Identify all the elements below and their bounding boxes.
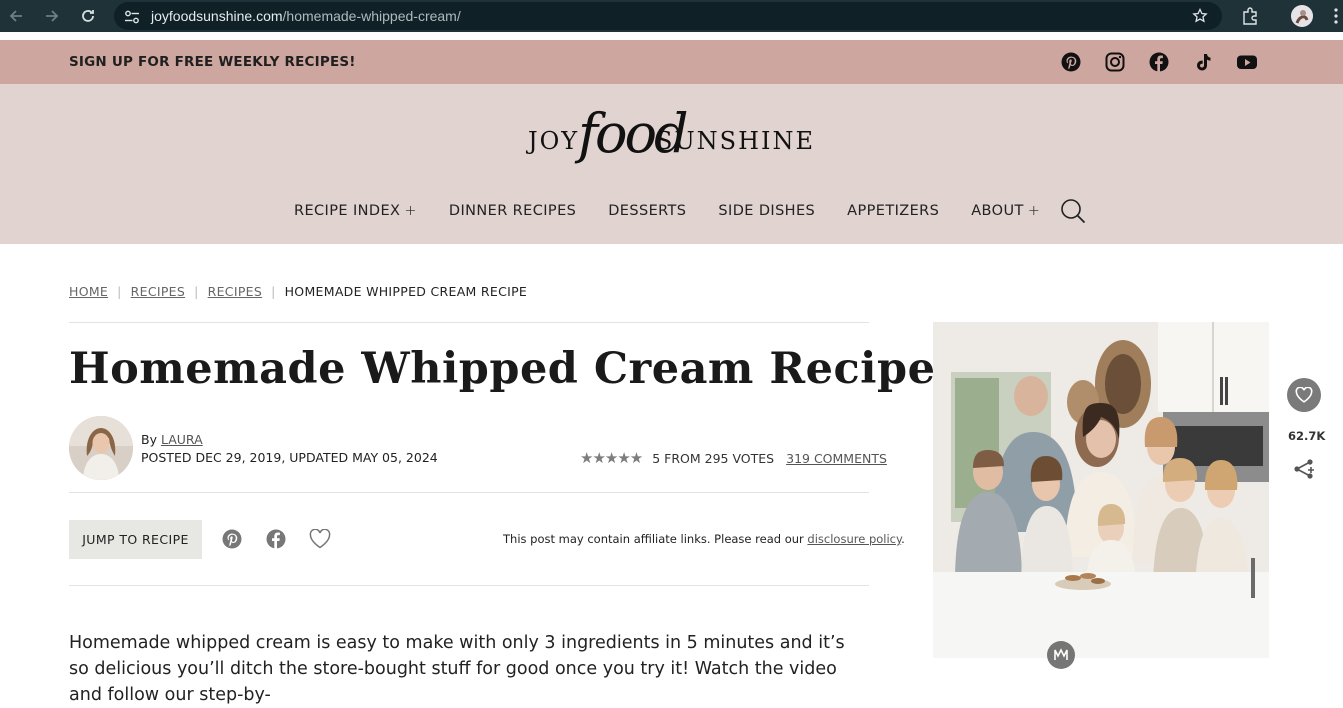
recipe-rating[interactable]: ★★★★★ 5 FROM 295 VOTES 319 COMMENTS bbox=[580, 449, 887, 467]
share-count: 62.7K bbox=[1288, 429, 1326, 443]
divider bbox=[69, 585, 869, 586]
site-settings-icon[interactable] bbox=[124, 9, 140, 28]
site-logo[interactable]: JOY food SUNSHINE bbox=[528, 98, 813, 184]
byline: By LAURA bbox=[141, 432, 203, 447]
page-title: Homemade Whipped Cream Recipe bbox=[69, 344, 936, 394]
post-dates: POSTED DEC 29, 2019, UPDATED MAY 05, 202… bbox=[141, 450, 438, 465]
plus-icon: + bbox=[404, 203, 417, 219]
browser-toolbar: joyfoodsunshine.com/homemade-whipped-cre… bbox=[0, 0, 1343, 32]
signup-bar: SIGN UP FOR FREE WEEKLY RECIPES! bbox=[0, 40, 1343, 84]
youtube-icon[interactable] bbox=[1234, 49, 1260, 75]
affiliate-notice: This post may contain affiliate links. P… bbox=[503, 532, 905, 546]
rating-stars[interactable]: ★★★★★ bbox=[580, 449, 643, 467]
author-family-photo bbox=[933, 322, 1269, 658]
extensions-icon[interactable] bbox=[1241, 7, 1259, 29]
breadcrumb-home[interactable]: HOME bbox=[69, 284, 108, 299]
facebook-share-icon[interactable] bbox=[264, 527, 288, 551]
affiliate-period: . bbox=[901, 532, 905, 546]
by-prefix: By bbox=[141, 432, 157, 447]
author-avatar[interactable] bbox=[69, 416, 133, 480]
pinterest-icon[interactable] bbox=[1058, 49, 1084, 75]
save-heart-icon[interactable] bbox=[1287, 378, 1321, 412]
nav-appetizers[interactable]: APPETIZERS bbox=[847, 203, 939, 219]
rating-votes: 5 FROM 295 VOTES bbox=[652, 450, 775, 466]
main-nav: RECIPE INDEX + DINNER RECIPES DESSERTS SI… bbox=[294, 198, 1086, 224]
favorite-heart-icon[interactable] bbox=[308, 527, 332, 551]
breadcrumb-recipes-2[interactable]: RECIPES bbox=[208, 284, 262, 299]
nav-dinner-recipes[interactable]: DINNER RECIPES bbox=[449, 203, 576, 219]
nav-recipe-index[interactable]: RECIPE INDEX + bbox=[294, 203, 417, 219]
back-arrow-icon[interactable] bbox=[4, 4, 28, 28]
breadcrumb: HOME | RECIPES | RECIPES | HOMEMADE WHIP… bbox=[69, 284, 527, 299]
url-text[interactable]: joyfoodsunshine.com/homemade-whipped-cre… bbox=[151, 8, 461, 24]
url-path: /homemade-whipped-cream/ bbox=[282, 8, 461, 24]
search-icon[interactable] bbox=[1060, 198, 1086, 224]
instagram-icon[interactable] bbox=[1102, 49, 1128, 75]
bookmark-star-icon[interactable] bbox=[1192, 7, 1208, 28]
share-icon[interactable] bbox=[1289, 454, 1319, 484]
disclosure-policy-link[interactable]: disclosure policy bbox=[807, 532, 901, 546]
more-menu-icon[interactable] bbox=[1333, 8, 1339, 28]
breadcrumb-separator: | bbox=[271, 284, 276, 299]
nav-side-dishes[interactable]: SIDE DISHES bbox=[718, 203, 815, 219]
post-share-icons bbox=[220, 527, 352, 551]
nav-label: ABOUT bbox=[971, 203, 1024, 219]
affiliate-text: This post may contain affiliate links. P… bbox=[503, 532, 804, 546]
nav-label: RECIPE INDEX bbox=[294, 203, 401, 219]
signup-link[interactable]: SIGN UP FOR FREE WEEKLY RECIPES! bbox=[69, 54, 356, 70]
reload-icon[interactable] bbox=[76, 4, 100, 28]
video-player-badge-icon[interactable] bbox=[1047, 641, 1075, 669]
comments-link[interactable]: 319 COMMENTS bbox=[786, 451, 887, 466]
profile-avatar[interactable] bbox=[1291, 5, 1313, 27]
intro-paragraph: Homemade whipped cream is easy to make w… bbox=[69, 633, 845, 705]
pinterest-share-icon[interactable] bbox=[220, 527, 244, 551]
breadcrumb-current: HOMEMADE WHIPPED CREAM RECIPE bbox=[284, 284, 528, 299]
logo-sunshine: SUNSHINE bbox=[656, 127, 816, 155]
nav-about[interactable]: ABOUT + bbox=[971, 203, 1040, 219]
tiktok-icon[interactable] bbox=[1190, 49, 1216, 75]
facebook-icon[interactable] bbox=[1146, 49, 1172, 75]
forward-arrow-icon[interactable] bbox=[40, 4, 64, 28]
logo-joy: JOY bbox=[528, 127, 580, 155]
breadcrumb-separator: | bbox=[117, 284, 122, 299]
author-link[interactable]: LAURA bbox=[161, 432, 203, 447]
jump-to-recipe-button[interactable]: JUMP TO RECIPE bbox=[69, 520, 202, 559]
breadcrumb-recipes[interactable]: RECIPES bbox=[131, 284, 185, 299]
site-header: JOY food SUNSHINE RECIPE INDEX + DINNER R… bbox=[0, 84, 1343, 244]
divider bbox=[69, 492, 869, 493]
breadcrumb-separator: | bbox=[194, 284, 199, 299]
address-bar[interactable]: joyfoodsunshine.com/homemade-whipped-cre… bbox=[114, 2, 1222, 30]
url-domain: joyfoodsunshine.com bbox=[151, 8, 283, 24]
nav-desserts[interactable]: DESSERTS bbox=[608, 203, 686, 219]
divider bbox=[69, 322, 869, 323]
social-links bbox=[1058, 49, 1278, 75]
plus-icon: + bbox=[1027, 203, 1041, 219]
floating-share-widget: 62.7K bbox=[1280, 372, 1343, 504]
